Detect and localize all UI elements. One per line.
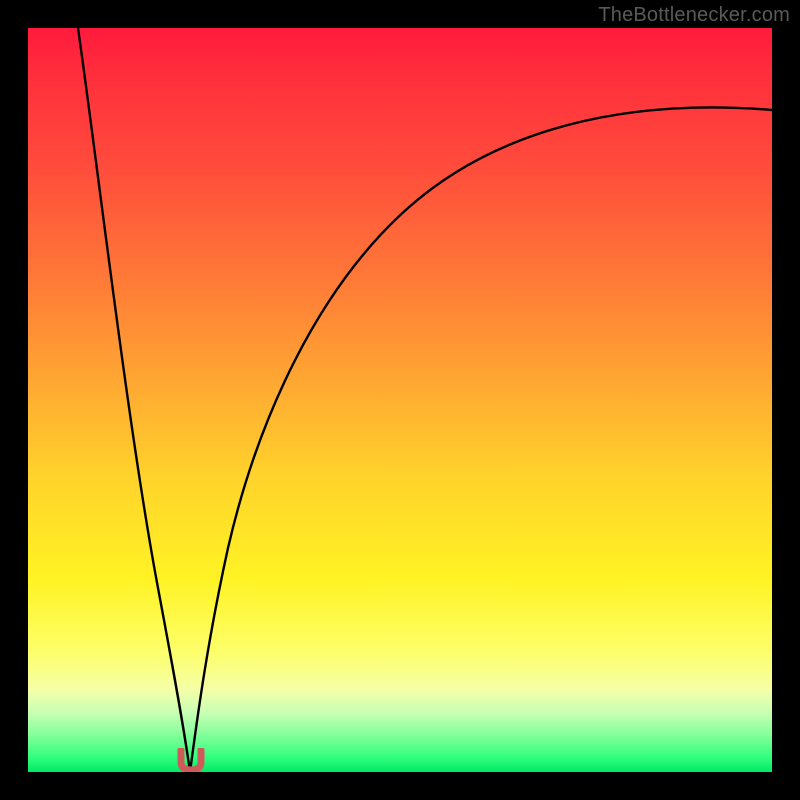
curve-left-branch: [78, 28, 190, 772]
optimal-marker: [177, 748, 205, 772]
curve-right-branch: [190, 107, 772, 772]
plot-area: [28, 28, 772, 772]
watermark-text: TheBottlenecker.com: [598, 4, 790, 27]
bottleneck-curve: [28, 28, 772, 772]
chart-frame: TheBottlenecker.com: [0, 0, 800, 800]
u-shape-icon: [177, 748, 205, 772]
